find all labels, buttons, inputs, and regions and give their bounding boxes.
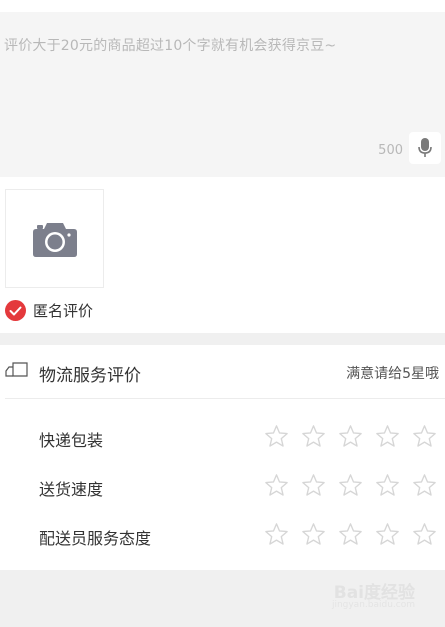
star-icon[interactable] [338, 424, 363, 449]
anonymous-review-label: 匿名评价 [33, 302, 94, 320]
logistics-hint: 满意请给5星哦 [346, 366, 439, 382]
char-limit-count: 500 [378, 143, 403, 158]
truck-icon [5, 362, 28, 377]
star-icon[interactable] [412, 473, 437, 498]
star-icon[interactable] [301, 424, 326, 449]
voice-input-button[interactable] [409, 132, 441, 164]
camera-icon [32, 222, 77, 257]
star-icon[interactable] [375, 424, 400, 449]
star-rating-speed[interactable] [264, 473, 437, 498]
star-icon[interactable] [412, 522, 437, 547]
rating-label-speed: 送货速度 [39, 480, 104, 499]
review-textarea[interactable]: 评价大于20元的商品超过10个字就有机会获得京豆~ 500 [0, 12, 445, 177]
microphone-icon [418, 138, 432, 157]
star-icon[interactable] [338, 473, 363, 498]
divider [5, 398, 445, 399]
section-divider [0, 333, 445, 345]
star-icon[interactable] [375, 473, 400, 498]
review-placeholder: 评价大于20元的商品超过10个字就有机会获得京豆~ [4, 38, 337, 54]
anonymous-review-toggle[interactable]: 匿名评价 [5, 300, 93, 321]
logistics-section-header: 物流服务评价 满意请给5星哦 [0, 345, 445, 398]
logistics-title: 物流服务评价 [39, 366, 141, 386]
rating-label-packaging: 快递包装 [39, 431, 104, 450]
rating-row-courier: 配送员服务态度 [0, 518, 445, 552]
rating-row-packaging: 快递包装 [0, 420, 445, 454]
star-icon[interactable] [412, 424, 437, 449]
star-icon[interactable] [264, 522, 289, 547]
star-rating-packaging[interactable] [264, 424, 437, 449]
star-icon[interactable] [338, 522, 363, 547]
star-icon[interactable] [264, 473, 289, 498]
watermark-url: jingyan.baidu.com [331, 600, 415, 610]
rating-row-speed: 送货速度 [0, 469, 445, 503]
rating-label-courier: 配送员服务态度 [39, 529, 152, 548]
star-icon[interactable] [301, 522, 326, 547]
star-icon[interactable] [375, 522, 400, 547]
star-icon[interactable] [264, 424, 289, 449]
star-rating-courier[interactable] [264, 522, 437, 547]
checkmark-icon[interactable] [5, 300, 26, 321]
star-icon[interactable] [301, 473, 326, 498]
add-photo-button[interactable] [5, 189, 104, 288]
